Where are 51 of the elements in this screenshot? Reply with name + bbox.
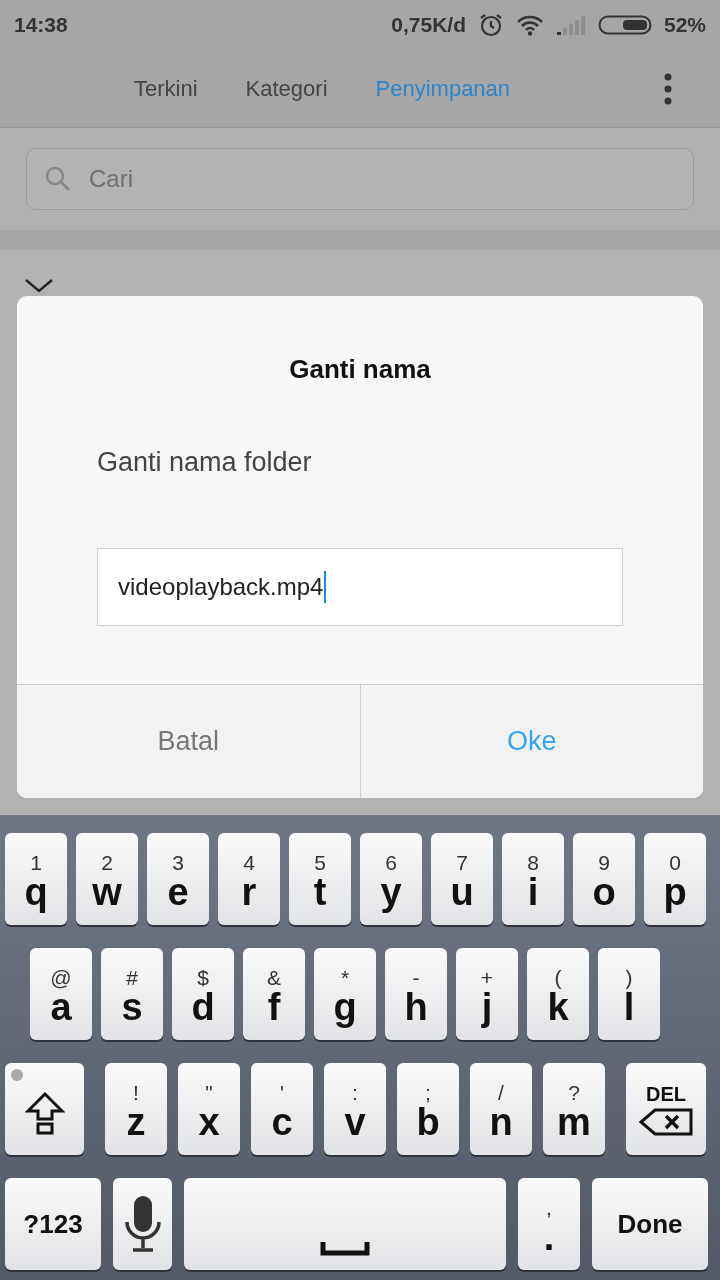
key[interactable]: ? m [543, 1063, 605, 1155]
key[interactable]: " x [178, 1063, 240, 1155]
clock-time: 14:38 [14, 13, 68, 37]
key[interactable]: $ d [172, 948, 234, 1040]
key[interactable]: - h [385, 948, 447, 1040]
key[interactable]: / n [470, 1063, 532, 1155]
key[interactable]: 9 o [573, 833, 635, 925]
delete-key[interactable]: DEL [626, 1063, 706, 1155]
key[interactable]: @ a [30, 948, 92, 1040]
tab[interactable]: Kategori [221, 67, 352, 110]
key[interactable]: ; b [397, 1063, 459, 1155]
shift-arrow-icon [24, 1091, 65, 1135]
done-key[interactable]: Done [592, 1178, 708, 1270]
search-icon [44, 165, 72, 193]
microphone-key[interactable] [113, 1178, 172, 1270]
key[interactable]: , . [518, 1178, 580, 1270]
key[interactable]: 2 w [76, 833, 138, 925]
key[interactable]: ( k [527, 948, 589, 1040]
signal-icon [555, 14, 586, 36]
key[interactable]: # s [101, 948, 163, 1040]
backspace-icon [639, 1107, 693, 1136]
key[interactable]: ' c [251, 1063, 313, 1155]
dialog-message: Ganti nama folder [96, 446, 313, 478]
symbols-key[interactable]: ?123 [5, 1178, 101, 1270]
indicator-dot [11, 1069, 23, 1081]
key[interactable]: ) l [598, 948, 660, 1040]
name-field[interactable]: videoplayback.mp4 [97, 548, 623, 626]
space-bar-icon [320, 1242, 370, 1256]
battery-icon [597, 14, 652, 36]
key[interactable]: * g [314, 948, 376, 1040]
key[interactable]: 4 r [218, 833, 280, 925]
dialog-title: Ganti nama [288, 353, 432, 385]
key[interactable]: 7 u [431, 833, 493, 925]
tab[interactable]: Terkini [110, 67, 222, 110]
key[interactable]: 1 q [5, 833, 67, 925]
search-field[interactable]: Cari [26, 148, 694, 210]
network-speed: 0,75K/d [391, 13, 466, 37]
key[interactable]: & f [243, 948, 305, 1040]
key[interactable]: 0 p [644, 833, 706, 925]
key[interactable]: 8 i [502, 833, 564, 925]
key[interactable]: ! z [105, 1063, 167, 1155]
key[interactable]: : v [324, 1063, 386, 1155]
key[interactable]: 3 e [147, 833, 209, 925]
microphone-icon [123, 1194, 162, 1254]
battery-percent: 52% [663, 13, 706, 37]
key[interactable]: 5 t [289, 833, 351, 925]
shift-key[interactable] [5, 1063, 84, 1155]
key[interactable]: 6 y [360, 833, 422, 925]
more-options-icon[interactable] [664, 72, 672, 105]
wifi-icon [515, 14, 544, 36]
key[interactable]: + j [456, 948, 518, 1040]
